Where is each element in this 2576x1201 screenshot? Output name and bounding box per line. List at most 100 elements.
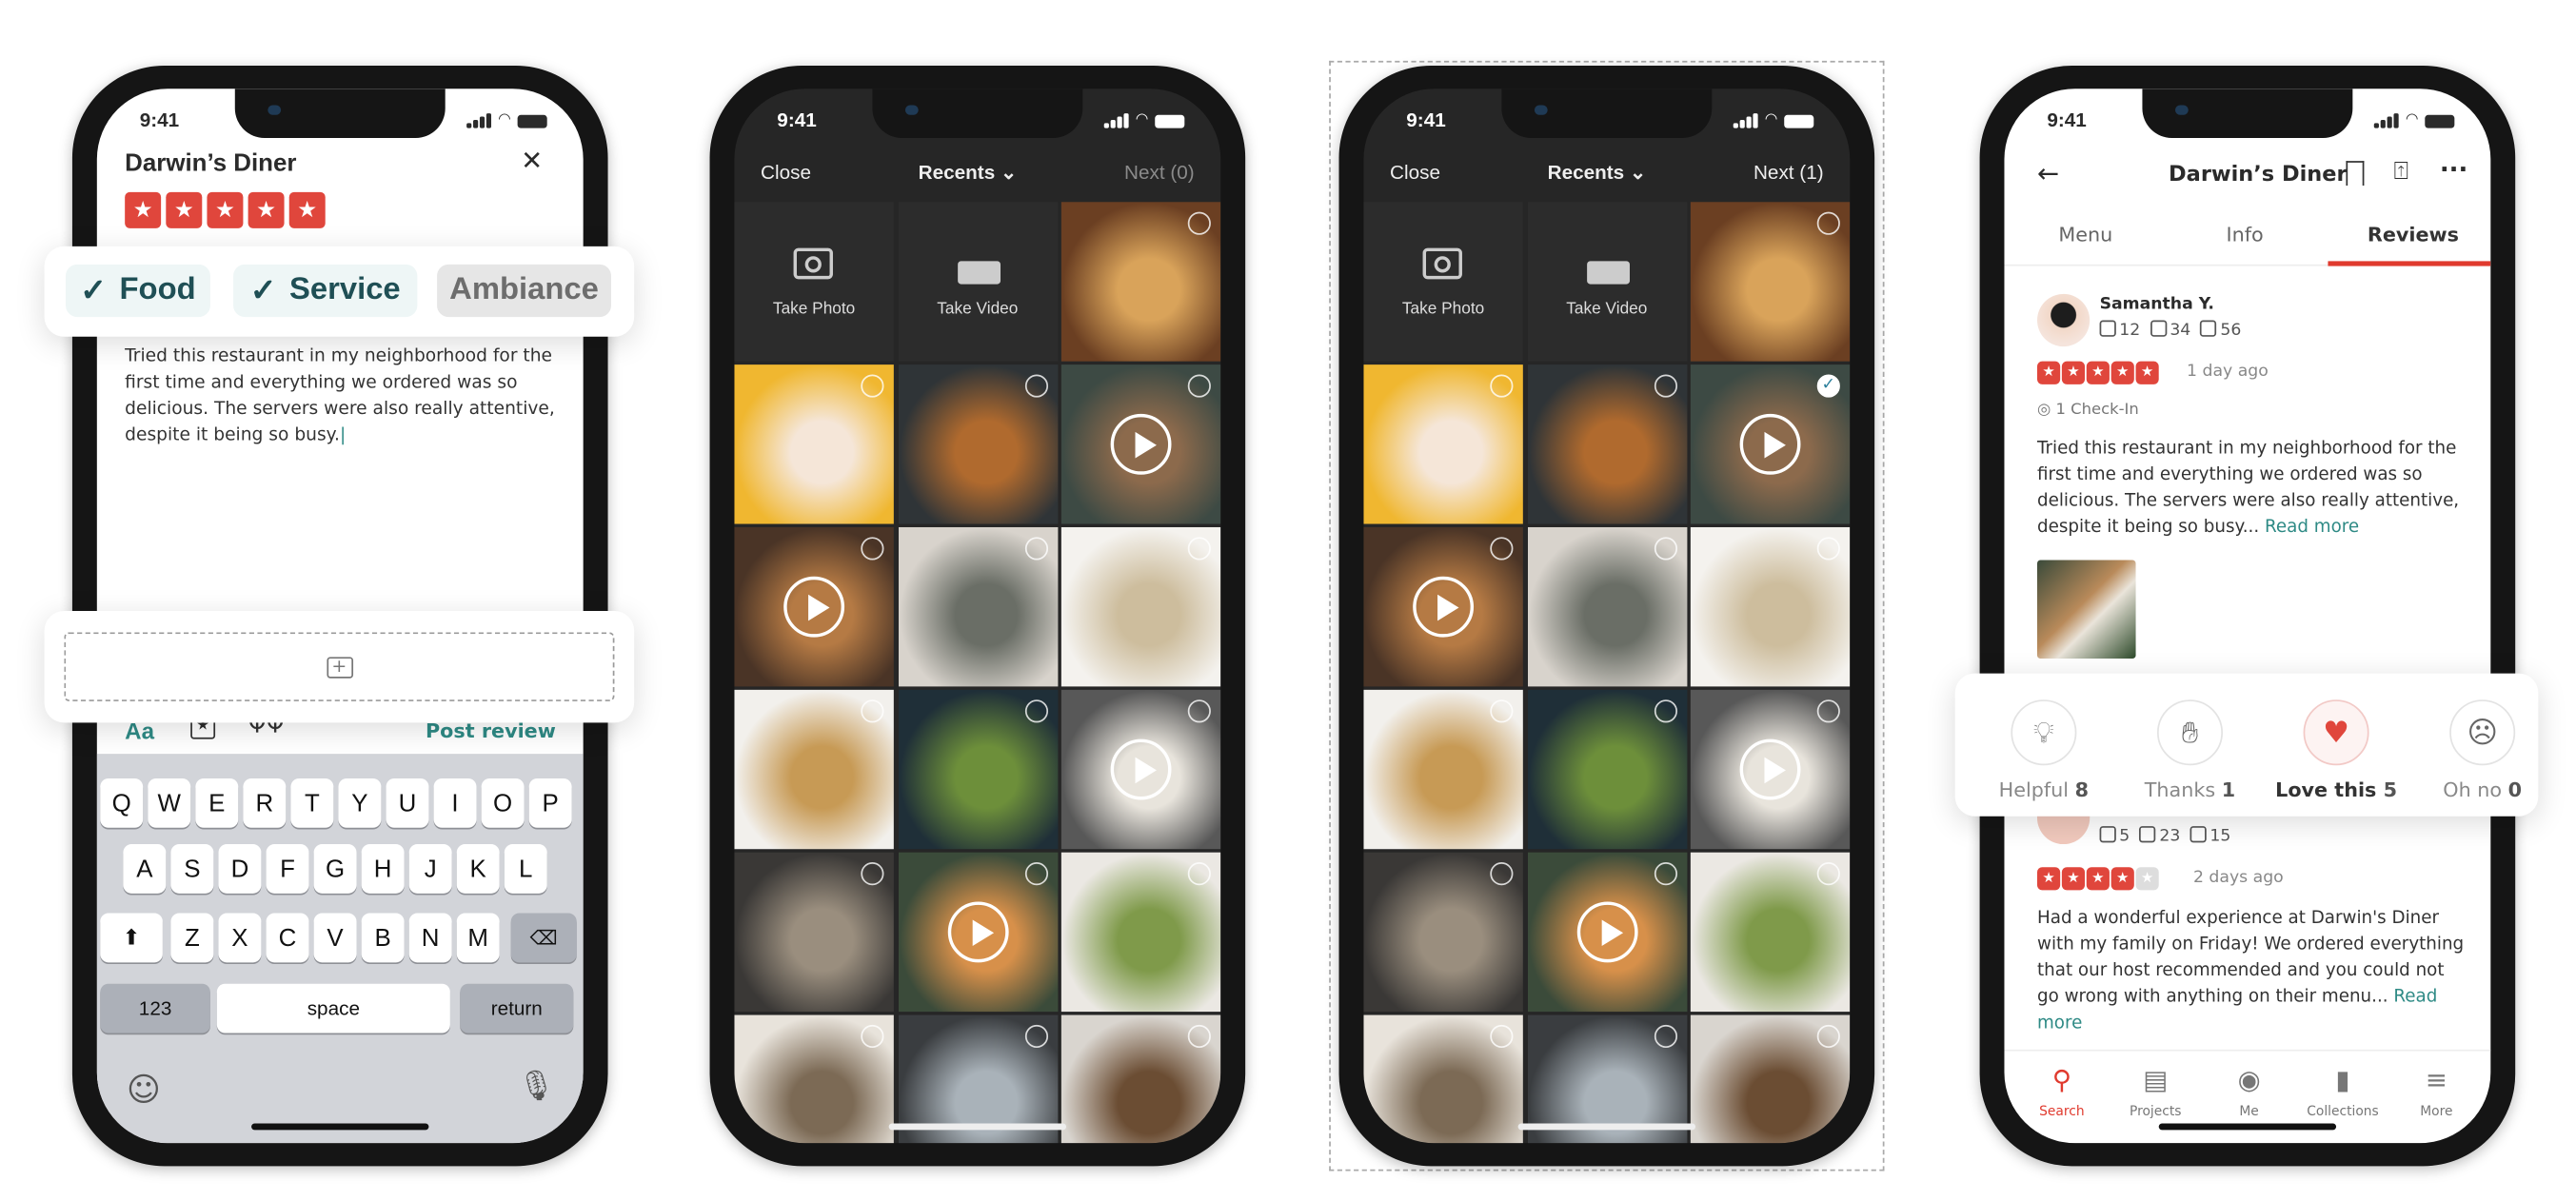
nav-me[interactable]: ◉ Me bbox=[2203, 1064, 2295, 1118]
key-y[interactable]: Y bbox=[338, 778, 382, 828]
select-circle[interactable] bbox=[1816, 862, 1840, 886]
key-m[interactable]: M bbox=[456, 913, 500, 963]
video-tile[interactable] bbox=[1527, 852, 1687, 1013]
photo-tile[interactable] bbox=[1060, 852, 1221, 1013]
key-j[interactable]: J bbox=[408, 844, 452, 894]
key-t[interactable]: T bbox=[290, 778, 334, 828]
review-photo-thumbnail[interactable] bbox=[2036, 560, 2136, 660]
close-button[interactable]: Close bbox=[1390, 161, 1440, 184]
take-video-button[interactable]: Take Video bbox=[1527, 202, 1687, 362]
review-textarea[interactable]: Tried this restaurant in my neighborhood… bbox=[125, 344, 555, 448]
video-tile[interactable] bbox=[898, 852, 1058, 1013]
next-button[interactable]: Next (0) bbox=[1124, 161, 1195, 184]
microphone-icon[interactable]: 🎙︎ bbox=[518, 1069, 555, 1103]
select-circle[interactable] bbox=[1024, 374, 1048, 398]
select-circle[interactable] bbox=[1490, 537, 1514, 561]
key-p[interactable]: P bbox=[528, 778, 572, 828]
photo-tile[interactable] bbox=[1690, 202, 1851, 362]
key-l[interactable]: L bbox=[504, 844, 547, 894]
select-circle[interactable] bbox=[1490, 699, 1514, 723]
reaction-love-this[interactable]: ♥ Love this 5 bbox=[2270, 699, 2402, 801]
nav-search[interactable]: ⚲ Search bbox=[2016, 1064, 2109, 1118]
tab-menu[interactable]: Menu bbox=[2058, 224, 2112, 246]
key-d[interactable]: D bbox=[218, 844, 262, 894]
key-x[interactable]: X bbox=[218, 913, 262, 963]
key-u[interactable]: U bbox=[386, 778, 429, 828]
select-circle[interactable] bbox=[1187, 862, 1211, 886]
video-tile[interactable]: ✓ bbox=[1690, 364, 1851, 524]
add-photo-dropzone[interactable]: + bbox=[64, 632, 615, 701]
photo-tile[interactable] bbox=[1060, 202, 1221, 362]
select-circle[interactable] bbox=[861, 1024, 884, 1049]
delete-key[interactable]: ⌫ bbox=[510, 913, 577, 963]
star-icon[interactable]: ★ bbox=[288, 191, 326, 228]
photo-tile[interactable] bbox=[734, 852, 894, 1013]
key-r[interactable]: R bbox=[243, 778, 287, 828]
close-icon[interactable]: ✕ bbox=[521, 145, 543, 176]
select-circle[interactable] bbox=[1654, 699, 1677, 723]
select-circle[interactable] bbox=[1816, 537, 1840, 561]
photo-tile[interactable] bbox=[1690, 526, 1851, 687]
shift-key[interactable]: ⬆ bbox=[100, 913, 163, 963]
video-tile[interactable] bbox=[1060, 364, 1221, 524]
photo-tile[interactable] bbox=[1690, 852, 1851, 1013]
video-tile[interactable] bbox=[1363, 526, 1523, 687]
nav-projects[interactable]: ▤ Projects bbox=[2110, 1064, 2202, 1118]
key-k[interactable]: K bbox=[456, 844, 500, 894]
select-circle[interactable] bbox=[1024, 862, 1048, 886]
key-s[interactable]: S bbox=[170, 844, 214, 894]
photo-tile[interactable] bbox=[1363, 364, 1523, 524]
take-photo-button[interactable]: Take Photo bbox=[734, 202, 894, 362]
key-c[interactable]: C bbox=[266, 913, 309, 963]
avatar[interactable] bbox=[2036, 293, 2091, 347]
key-w[interactable]: W bbox=[148, 778, 191, 828]
select-circle[interactable] bbox=[1816, 211, 1840, 235]
star-rating-input[interactable]: ★ ★ ★ ★ ★ bbox=[125, 191, 326, 228]
next-button[interactable]: Next (1) bbox=[1754, 161, 1824, 184]
photo-tile[interactable] bbox=[1363, 689, 1523, 850]
read-more-link[interactable]: Read more bbox=[2265, 518, 2359, 538]
bookmark-icon[interactable] bbox=[2346, 161, 2365, 187]
key-h[interactable]: H bbox=[361, 844, 405, 894]
key-b[interactable]: B bbox=[361, 913, 405, 963]
numbers-key[interactable]: 123 bbox=[100, 983, 210, 1034]
select-circle[interactable] bbox=[861, 537, 884, 561]
star-icon[interactable]: ★ bbox=[125, 191, 162, 228]
key-e[interactable]: E bbox=[195, 778, 239, 828]
key-i[interactable]: I bbox=[433, 778, 477, 828]
key-g[interactable]: G bbox=[313, 844, 357, 894]
select-circle[interactable] bbox=[1654, 374, 1677, 398]
more-icon[interactable]: ··· bbox=[2440, 154, 2468, 184]
close-button[interactable]: Close bbox=[761, 161, 811, 184]
photo-tile[interactable] bbox=[1527, 526, 1687, 687]
post-review-button[interactable]: Post review bbox=[426, 719, 556, 742]
reaction-helpful[interactable]: 💡︎ Helpful 8 bbox=[1978, 699, 2110, 801]
star-icon[interactable]: ★ bbox=[166, 191, 203, 228]
take-photo-button[interactable]: Take Photo bbox=[1363, 202, 1523, 362]
key-f[interactable]: F bbox=[266, 844, 309, 894]
chip-food[interactable]: ✓ Food bbox=[66, 264, 210, 318]
select-circle[interactable] bbox=[1187, 537, 1211, 561]
key-n[interactable]: N bbox=[408, 913, 452, 963]
select-circle[interactable] bbox=[861, 374, 884, 398]
chip-ambiance[interactable]: Ambiance bbox=[437, 264, 611, 318]
return-key[interactable]: return bbox=[460, 983, 574, 1034]
photo-tile[interactable] bbox=[1060, 526, 1221, 687]
select-circle[interactable] bbox=[1816, 699, 1840, 723]
photo-tile[interactable] bbox=[734, 689, 894, 850]
reaction-oh-no[interactable]: ☹︎ Oh no 0 bbox=[2417, 699, 2548, 801]
video-tile[interactable] bbox=[1690, 689, 1851, 850]
select-circle[interactable] bbox=[1187, 1024, 1211, 1049]
photo-tile[interactable] bbox=[1527, 364, 1687, 524]
key-q[interactable]: Q bbox=[100, 778, 144, 828]
key-o[interactable]: O bbox=[481, 778, 525, 828]
reaction-thanks[interactable]: ✋︎ Thanks 1 bbox=[2124, 699, 2255, 801]
photo-tile[interactable] bbox=[1527, 689, 1687, 850]
take-video-button[interactable]: Take Video bbox=[898, 202, 1058, 362]
key-v[interactable]: V bbox=[313, 913, 357, 963]
select-circle[interactable] bbox=[1187, 699, 1211, 723]
video-tile[interactable] bbox=[734, 526, 894, 687]
star-icon[interactable]: ★ bbox=[248, 191, 285, 228]
select-circle[interactable] bbox=[1654, 1024, 1677, 1049]
nav-more[interactable]: ≡ More bbox=[2390, 1064, 2483, 1118]
